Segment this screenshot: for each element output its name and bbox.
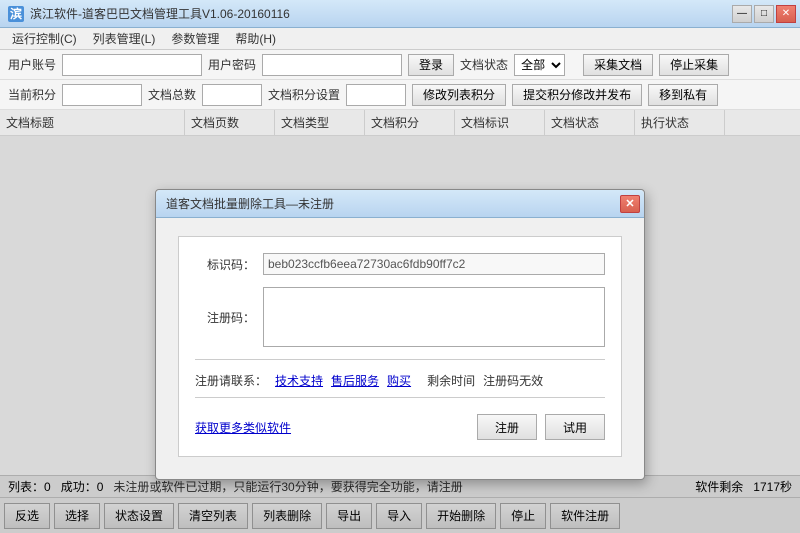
window-title: 滨江软件-道客巴巴文档管理工具V1.06-20160116 bbox=[30, 5, 290, 22]
col-exec-status: 执行状态 bbox=[635, 110, 725, 135]
doc-status-label: 文档状态 bbox=[460, 56, 508, 73]
try-button[interactable]: 试用 bbox=[545, 414, 605, 440]
close-button[interactable]: ✕ bbox=[776, 5, 796, 23]
dialog-footer: 获取更多类似软件 注册 试用 bbox=[195, 406, 605, 440]
menu-list-manage[interactable]: 列表管理(L) bbox=[85, 28, 164, 49]
dialog-regcode-row: 注册码： bbox=[195, 287, 605, 347]
submit-score-button[interactable]: 提交积分修改并发布 bbox=[512, 84, 642, 106]
dialog-body: 标识码： beb023ccfb6eea72730ac6fdb90ff7c2 注册… bbox=[178, 236, 622, 457]
move-to-private-button[interactable]: 移到私有 bbox=[648, 84, 718, 106]
contact-label: 注册请联系： bbox=[195, 372, 267, 389]
login-button[interactable]: 登录 bbox=[408, 54, 454, 76]
invalid-label: 注册码无效 bbox=[483, 372, 543, 389]
dialog-content: 标识码： beb023ccfb6eea72730ac6fdb90ff7c2 注册… bbox=[156, 218, 644, 479]
register-dialog: 道客文档批量删除工具—未注册 ✕ 标识码： beb023ccfb6eea7273… bbox=[155, 189, 645, 480]
id-value: beb023ccfb6eea72730ac6fdb90ff7c2 bbox=[263, 253, 605, 275]
col-doc-pages: 文档页数 bbox=[185, 110, 275, 135]
current-score-label: 当前积分 bbox=[8, 86, 56, 103]
dialog-overlay: 道客文档批量删除工具—未注册 ✕ 标识码： beb023ccfb6eea7273… bbox=[0, 136, 800, 533]
menu-bar: 运行控制(C) 列表管理(L) 参数管理 帮助(H) bbox=[0, 28, 800, 50]
register-button[interactable]: 注册 bbox=[477, 414, 537, 440]
more-apps-link[interactable]: 获取更多类似软件 bbox=[195, 421, 291, 435]
collect-doc-button[interactable]: 采集文档 bbox=[583, 54, 653, 76]
user-password-label: 用户密码 bbox=[208, 56, 256, 73]
title-controls: — □ ✕ bbox=[732, 5, 796, 23]
dialog-title-bar: 道客文档批量删除工具—未注册 ✕ bbox=[156, 190, 644, 218]
doc-score-setting-label: 文档积分设置 bbox=[268, 86, 340, 103]
doc-score-input[interactable]: 1000 bbox=[346, 84, 406, 106]
dialog-footer-left: 获取更多类似软件 bbox=[195, 419, 291, 436]
col-doc-score: 文档积分 bbox=[365, 110, 455, 135]
dialog-title: 道客文档批量删除工具—未注册 bbox=[166, 195, 334, 212]
col-doc-status: 文档状态 bbox=[545, 110, 635, 135]
app-window: 滨 滨江软件-道客巴巴文档管理工具V1.06-20160116 — □ ✕ 运行… bbox=[0, 0, 800, 533]
id-label: 标识码： bbox=[195, 256, 255, 273]
app-icon: 滨 bbox=[8, 6, 24, 22]
user-account-input[interactable] bbox=[62, 54, 202, 76]
main-content: 道客文档批量删除工具—未注册 ✕ 标识码： beb023ccfb6eea7273… bbox=[0, 136, 800, 533]
user-password-input[interactable] bbox=[262, 54, 402, 76]
toolbar-login: 用户账号 用户密码 登录 文档状态 全部 采集文档 停止采集 bbox=[0, 50, 800, 80]
dialog-links-row: 注册请联系： 技术支持 售后服务 购买 剩余时间 注册码无效 bbox=[195, 368, 605, 389]
column-headers: 文档标题 文档页数 文档类型 文档积分 文档标识 文档状态 执行状态 bbox=[0, 110, 800, 136]
regcode-input[interactable] bbox=[263, 287, 605, 347]
user-account-label: 用户账号 bbox=[8, 56, 56, 73]
menu-run-control[interactable]: 运行控制(C) bbox=[4, 28, 85, 49]
dialog-footer-buttons: 注册 试用 bbox=[477, 414, 605, 440]
minimize-button[interactable]: — bbox=[732, 5, 752, 23]
col-doc-type: 文档类型 bbox=[275, 110, 365, 135]
menu-param-manage[interactable]: 参数管理 bbox=[163, 28, 227, 49]
dialog-close-button[interactable]: ✕ bbox=[620, 195, 640, 213]
modify-score-button[interactable]: 修改列表积分 bbox=[412, 84, 506, 106]
tech-support-link[interactable]: 技术支持 bbox=[275, 372, 323, 389]
menu-help[interactable]: 帮助(H) bbox=[227, 28, 284, 49]
total-docs-input[interactable] bbox=[202, 84, 262, 106]
col-doc-id: 文档标识 bbox=[455, 110, 545, 135]
toolbar-score: 当前积分 文档总数 文档积分设置 1000 修改列表积分 提交积分修改并发布 移… bbox=[0, 80, 800, 110]
buy-link[interactable]: 购买 bbox=[387, 372, 411, 389]
title-bar: 滨 滨江软件-道客巴巴文档管理工具V1.06-20160116 — □ ✕ bbox=[0, 0, 800, 28]
remaining-time-label: 剩余时间 bbox=[427, 372, 475, 389]
title-bar-left: 滨 滨江软件-道客巴巴文档管理工具V1.06-20160116 bbox=[8, 5, 290, 22]
regcode-label: 注册码： bbox=[195, 309, 255, 326]
after-sales-link[interactable]: 售后服务 bbox=[331, 372, 379, 389]
doc-status-select[interactable]: 全部 bbox=[514, 54, 565, 76]
col-doc-title: 文档标题 bbox=[0, 110, 185, 135]
total-docs-label: 文档总数 bbox=[148, 86, 196, 103]
maximize-button[interactable]: □ bbox=[754, 5, 774, 23]
stop-collect-button[interactable]: 停止采集 bbox=[659, 54, 729, 76]
current-score-input[interactable] bbox=[62, 84, 142, 106]
dialog-id-row: 标识码： beb023ccfb6eea72730ac6fdb90ff7c2 bbox=[195, 253, 605, 275]
